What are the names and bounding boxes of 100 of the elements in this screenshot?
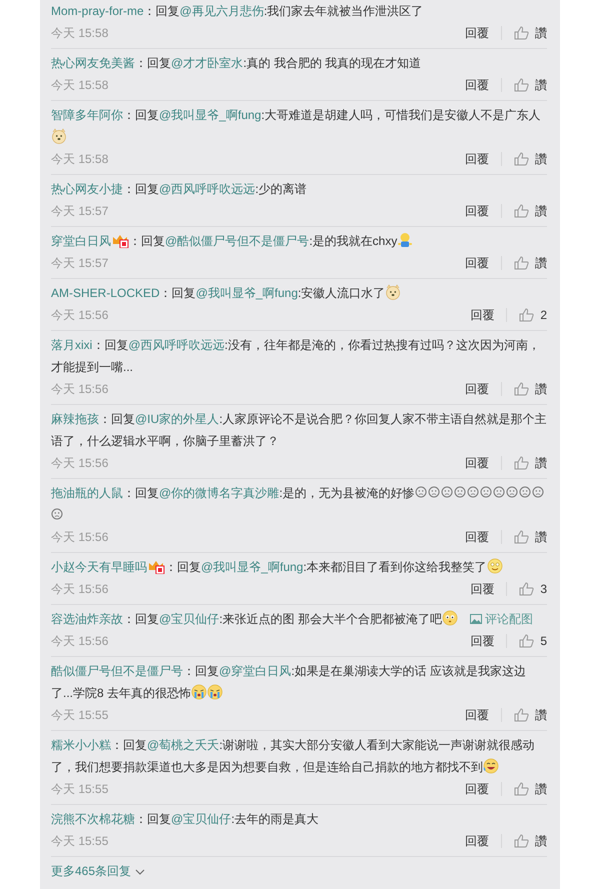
like-button[interactable]: 讚 xyxy=(514,202,547,220)
mention-link[interactable]: @我叫显爷_啊fung xyxy=(201,560,304,574)
mention-link[interactable]: @宝贝仙仔 xyxy=(159,612,220,626)
reply-link[interactable]: 回覆 xyxy=(465,254,489,272)
crying-emoji-icon xyxy=(191,684,208,700)
username-link[interactable]: 智障多年阿你 xyxy=(51,108,123,122)
like-button[interactable]: 讚 xyxy=(514,454,547,472)
image-icon xyxy=(470,614,482,624)
reply-link[interactable]: 回覆 xyxy=(465,454,489,472)
frown-emoji-icon xyxy=(51,508,63,520)
timestamp: 今天 15:58 xyxy=(51,24,108,42)
mention-link[interactable]: @西风呼呼吹远远 xyxy=(159,182,256,196)
frown-emoji-icon xyxy=(532,486,544,498)
reply-link[interactable]: 回覆 xyxy=(470,306,494,324)
laughing-emoji-icon xyxy=(483,758,499,774)
like-button[interactable]: 讚 xyxy=(514,24,547,42)
timestamp: 今天 15:56 xyxy=(51,580,108,598)
thumbs-up-icon xyxy=(514,204,529,218)
like-button[interactable]: 讚 xyxy=(514,706,547,724)
like-button[interactable]: 讚 xyxy=(514,528,547,546)
frown-emoji-icon xyxy=(466,486,479,498)
reply-link[interactable]: 回覆 xyxy=(465,202,489,220)
timestamp: 今天 15:56 xyxy=(51,454,108,472)
timestamp: 今天 15:57 xyxy=(51,254,108,272)
more-replies-link[interactable]: 更多465条回复 xyxy=(51,863,146,880)
like-button[interactable]: 讚 xyxy=(514,380,547,398)
like-button[interactable]: 讚 xyxy=(514,150,547,168)
mention-link[interactable]: @宝贝仙仔 xyxy=(171,812,232,826)
thumbs-up-icon xyxy=(514,382,529,396)
wide-eyed-emoji-icon xyxy=(442,610,458,626)
mention-link[interactable]: @西风呼呼吹远远 xyxy=(128,338,225,352)
comment-text: 酷似僵尸号但不是僵尸号：回复@穿堂白日风:如果是在巢湖读大学的话 应该就是我家这边了...学院8 去年真的很恐怖 xyxy=(51,663,527,702)
thumbs-up-icon xyxy=(514,530,529,544)
frown-emoji-icon xyxy=(454,486,466,498)
comment-text: Mom-pray-for-me：回复@再见六月悲伤:我们家去年就被当作泄洪区了 xyxy=(51,3,424,20)
username-link[interactable]: AM-SHER-LOCKED xyxy=(51,286,160,300)
like-button[interactable]: 2 xyxy=(519,308,547,322)
thumbs-up-icon xyxy=(514,782,529,796)
mention-link[interactable]: @IU家的外星人 xyxy=(135,412,220,426)
dog-emoji-icon xyxy=(385,284,402,300)
comment-text: 糯米小小糕：回复@萄桃之夭夭:谢谢啦，其实大部分安徽人看到大家能说一声谢谢就很感动了，我们想要捐款渠道也大多是因为想要自救，但是连给自己捐款的地方都找不到 xyxy=(51,737,536,776)
username-link[interactable]: 热心网友小捷 xyxy=(51,182,123,196)
thumbs-up-icon xyxy=(514,834,529,848)
reply-link[interactable]: 回覆 xyxy=(465,528,489,546)
username-link[interactable]: 糯米小小糕 xyxy=(51,738,111,752)
mention-link[interactable]: @再见六月悲伤 xyxy=(180,4,264,18)
mention-link[interactable]: @酷似僵尸号但不是僵尸号 xyxy=(165,234,310,248)
comment-text: 浣熊不次棉花糖：回复@宝贝仙仔:去年的雨是真大 xyxy=(51,811,320,828)
username-link[interactable]: 穿堂白日风 xyxy=(51,234,111,248)
username-link[interactable]: Mom-pray-for-me xyxy=(51,4,144,18)
reply-link[interactable]: 回覆 xyxy=(465,76,489,94)
thumbs-up-icon xyxy=(514,708,529,722)
comment-text: 容选油炸亲故：回复@宝贝仙仔:来张近点的图 那会大半个合肥都被淹了吧 评论配图 xyxy=(51,609,534,628)
timestamp: 今天 15:56 xyxy=(51,632,108,650)
comment-text: 麻辣拖孩：回复@IU家的外星人:人家原评论不是说合肥？你回复人家不带主语自然就是那个主语了，什么逻辑水平啊，你脑子里蓄洪了？ xyxy=(51,411,547,450)
username-link[interactable]: 麻辣拖孩 xyxy=(51,412,99,426)
mention-link[interactable]: @才才卧室水 xyxy=(171,56,244,70)
username-link[interactable]: 拖油瓶的人鼠 xyxy=(51,486,123,500)
crying-emoji-icon xyxy=(207,684,224,700)
comment-text: 小赵今天有早睡吗 ：回复@我叫显爷_啊fung:本来都泪目了看到你这给我整笑了 xyxy=(51,556,547,578)
mention-link[interactable]: @我叫显爷_啊fung xyxy=(196,286,298,300)
username-link[interactable]: 酷似僵尸号但不是僵尸号 xyxy=(51,664,183,678)
username-link[interactable]: 小赵今天有早睡吗 xyxy=(51,560,147,574)
comment-text: 智障多年阿你：回复@我叫显爷_啊fung:大哥难道是胡建人吗，可惜我们是安徽人不是广东人 xyxy=(51,104,547,148)
reply-link[interactable]: 回覆 xyxy=(465,380,489,398)
thumbs-up-icon xyxy=(514,78,529,92)
frown-emoji-icon xyxy=(480,486,492,498)
smiley-icon xyxy=(486,558,503,574)
timestamp: 今天 15:55 xyxy=(51,832,108,850)
comment-text: 热心网友免美酱：回复@才才卧室水:真的 我合肥的 我真的现在才知道 xyxy=(51,55,422,72)
comment-image-link[interactable]: 评论配图 xyxy=(470,612,534,626)
frown-emoji-icon xyxy=(440,486,453,498)
like-button[interactable]: 3 xyxy=(519,582,547,596)
mention-link[interactable]: @萄桃之夭夭 xyxy=(147,738,220,752)
dog-emoji-icon xyxy=(51,128,67,144)
mention-link[interactable]: @我叫显爷_啊fung xyxy=(159,108,262,122)
mention-link[interactable]: @你的微博名字真沙雕 xyxy=(159,486,280,500)
reply-link[interactable]: 回覆 xyxy=(465,832,489,850)
reply-link[interactable]: 回覆 xyxy=(465,706,489,724)
username-link[interactable]: 容选油炸亲故 xyxy=(51,612,123,626)
username-link[interactable]: 落月xixi xyxy=(51,338,92,352)
reply-link[interactable]: 回覆 xyxy=(465,780,489,798)
frown-emoji-icon xyxy=(506,486,518,498)
thumbs-up-icon xyxy=(519,582,534,596)
like-button[interactable]: 讚 xyxy=(514,254,547,272)
thumbs-up-icon xyxy=(514,26,529,40)
like-button[interactable]: 讚 xyxy=(514,832,547,850)
timestamp: 今天 15:56 xyxy=(51,528,108,546)
reply-link[interactable]: 回覆 xyxy=(465,24,489,42)
timestamp: 今天 15:56 xyxy=(51,380,108,398)
username-link[interactable]: 浣熊不次棉花糖 xyxy=(51,812,135,826)
username-link[interactable]: 热心网友免美酱 xyxy=(51,56,135,70)
reply-link[interactable]: 回覆 xyxy=(465,150,489,168)
mention-link[interactable]: @穿堂白日风 xyxy=(219,664,292,678)
like-button[interactable]: 讚 xyxy=(514,780,547,798)
like-button[interactable]: 讚 xyxy=(514,76,547,94)
reply-link[interactable]: 回覆 xyxy=(470,632,494,650)
reply-link[interactable]: 回覆 xyxy=(470,580,494,598)
thumbs-up-icon xyxy=(519,634,534,648)
like-button[interactable]: 5 xyxy=(519,634,547,648)
